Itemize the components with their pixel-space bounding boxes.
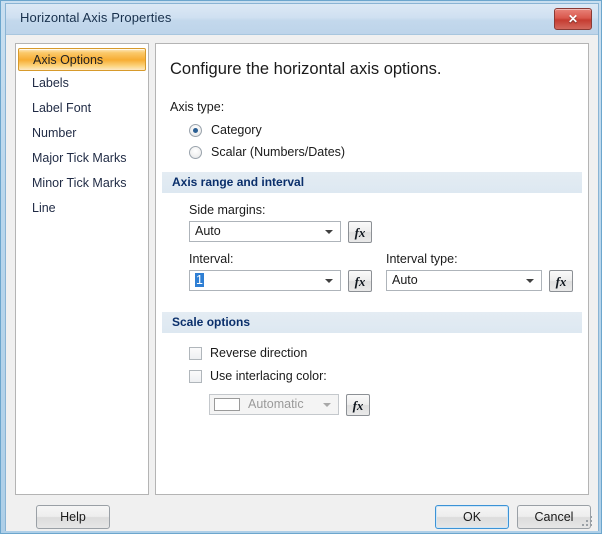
sidebar-item-axis-options[interactable]: Axis Options <box>18 48 146 71</box>
chevron-down-icon <box>325 279 333 283</box>
sidebar-item-label: Minor Tick Marks <box>32 176 127 190</box>
sidebar-item-label: Line <box>32 201 56 215</box>
help-button-label: Help <box>60 510 86 524</box>
interval-type-label: Interval type: <box>386 252 458 266</box>
sidebar-item-line[interactable]: Line <box>16 196 148 221</box>
side-margins-value: Auto <box>195 224 221 238</box>
chevron-down-icon <box>526 279 534 283</box>
fx-icon: fx <box>354 274 366 289</box>
cancel-button-label: Cancel <box>534 510 574 524</box>
section-header-axis-range: Axis range and interval <box>162 172 582 193</box>
sidebar-item-minor-tick-marks[interactable]: Minor Tick Marks <box>16 171 148 196</box>
checkbox-label: Use interlacing color: <box>210 369 327 383</box>
sidebar-item-label-font[interactable]: Label Font <box>16 96 148 121</box>
side-margins-label: Side margins: <box>189 203 266 217</box>
sidebar-item-label: Major Tick Marks <box>32 151 127 165</box>
sidebar-item-label: Axis Options <box>33 53 104 67</box>
fx-icon: fx <box>352 398 364 413</box>
sidebar-item-label: Number <box>32 126 77 140</box>
radio-button-icon <box>189 124 202 137</box>
window-title: Horizontal Axis Properties <box>20 10 172 25</box>
interlacing-color-expression-button[interactable]: fx <box>346 394 370 416</box>
sidebar-item-labels[interactable]: Labels <box>16 71 148 96</box>
interval-expression-button[interactable]: fx <box>348 270 372 292</box>
dialog-body: Axis Options Labels Label Font Number Ma… <box>6 35 598 531</box>
fx-icon: fx <box>555 274 567 289</box>
axis-type-label: Axis type: <box>170 100 225 114</box>
interlacing-color-combo[interactable]: Automatic <box>209 394 339 415</box>
side-margins-expression-button[interactable]: fx <box>348 221 372 243</box>
cancel-button[interactable]: Cancel <box>517 505 591 529</box>
content-panel: Configure the horizontal axis options. A… <box>155 43 589 495</box>
ok-button[interactable]: OK <box>435 505 509 529</box>
sidebar-item-number[interactable]: Number <box>16 121 148 146</box>
chevron-down-icon <box>325 230 333 234</box>
sidebar-item-label: Label Font <box>32 101 92 115</box>
color-swatch-icon <box>214 398 240 411</box>
radio-label: Scalar (Numbers/Dates) <box>211 145 346 159</box>
interval-label: Interval: <box>189 252 234 266</box>
ok-button-label: OK <box>462 510 482 524</box>
interlacing-color-value: Automatic <box>248 397 304 411</box>
title-bar[interactable]: Horizontal Axis Properties ✕ <box>6 4 598 35</box>
interval-value: 1 <box>195 273 204 287</box>
page-title: Configure the horizontal axis options. <box>170 60 442 78</box>
dialog-window: Horizontal Axis Properties ✕ Axis Option… <box>0 0 602 534</box>
interval-type-combo[interactable]: Auto <box>386 270 542 291</box>
sidebar-item-major-tick-marks[interactable]: Major Tick Marks <box>16 146 148 171</box>
chevron-down-icon <box>323 403 331 407</box>
dialog-window-inner: Horizontal Axis Properties ✕ Axis Option… <box>5 3 599 531</box>
resize-grip[interactable] <box>582 516 594 528</box>
help-button[interactable]: Help <box>36 505 110 529</box>
checkbox-icon <box>189 347 202 360</box>
interval-combo[interactable]: 1 <box>189 270 341 291</box>
close-icon: ✕ <box>567 12 579 26</box>
checkbox-icon <box>189 370 202 383</box>
fx-icon: fx <box>354 225 366 240</box>
interval-type-value: Auto <box>392 273 418 287</box>
sidebar-item-label: Labels <box>32 76 69 90</box>
radio-label: Category <box>211 123 262 137</box>
radio-button-icon <box>189 146 202 159</box>
side-margins-combo[interactable]: Auto <box>189 221 341 242</box>
section-header-scale-options: Scale options <box>162 312 582 333</box>
sidebar-navigation: Axis Options Labels Label Font Number Ma… <box>15 43 149 495</box>
interval-type-expression-button[interactable]: fx <box>549 270 573 292</box>
checkbox-label: Reverse direction <box>210 346 308 360</box>
close-button[interactable]: ✕ <box>554 8 592 30</box>
